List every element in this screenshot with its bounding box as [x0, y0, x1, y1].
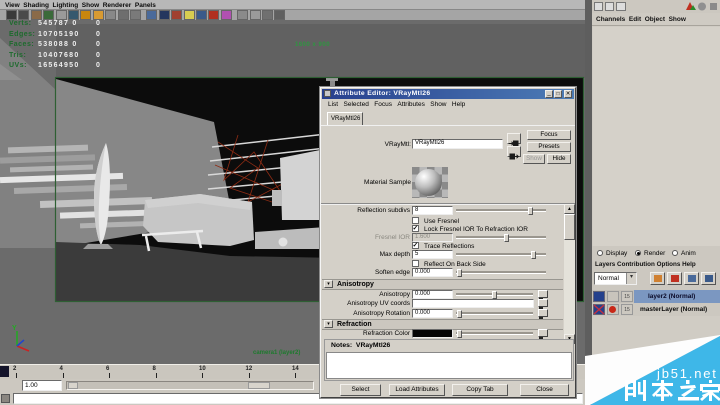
svg-text:Y: Y — [12, 325, 17, 332]
svg-text:jb51.net: jb51.net — [656, 366, 718, 381]
